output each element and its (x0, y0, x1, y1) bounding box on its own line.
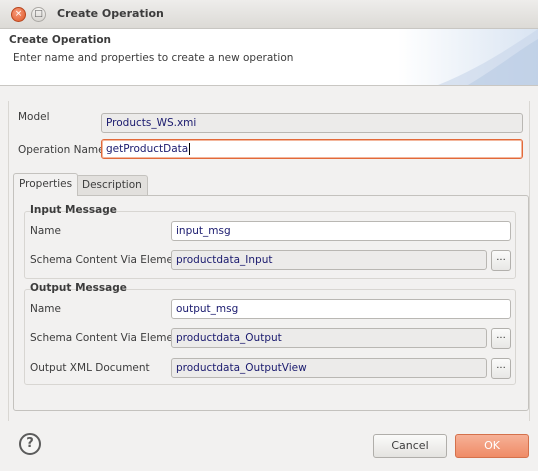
cancel-button[interactable]: Cancel (373, 434, 447, 458)
output-xml-doc-label: Output XML Document (30, 362, 150, 374)
model-field: Products_WS.xmi (101, 113, 523, 133)
output-schema-browse-button[interactable]: ... (491, 328, 511, 349)
operation-name-label: Operation Name (18, 144, 105, 156)
operation-name-value: getProductData (106, 143, 189, 155)
dialog-header: Create Operation Enter name and properti… (0, 29, 538, 85)
input-schema-label: Schema Content Via Element (30, 254, 184, 266)
input-schema-browse-button[interactable]: ... (491, 250, 511, 271)
close-icon[interactable]: × (11, 7, 26, 22)
output-name-label: Name (30, 303, 61, 315)
input-schema-field: productdata_Input (171, 250, 487, 270)
input-message-title: Input Message (30, 204, 117, 216)
model-label: Model (18, 111, 50, 123)
output-schema-field: productdata_Output (171, 328, 487, 348)
output-message-title: Output Message (30, 282, 127, 294)
output-xml-doc-browse-button[interactable]: ... (491, 358, 511, 379)
header-subtitle: Enter name and properties to create a ne… (13, 52, 294, 64)
ok-button[interactable]: OK (455, 434, 529, 458)
minimize-icon[interactable]: □ (31, 7, 46, 22)
operation-name-input[interactable]: getProductData (101, 139, 523, 159)
header-banner-graphic (398, 29, 538, 85)
output-xml-doc-field: productdata_OutputView (171, 358, 487, 378)
tab-properties[interactable]: Properties (13, 173, 79, 196)
header-title: Create Operation (9, 34, 112, 46)
window-title: Create Operation (57, 7, 164, 20)
header-separator (0, 85, 538, 86)
input-name-input[interactable]: input_msg (171, 221, 511, 241)
help-icon[interactable]: ? (19, 433, 41, 455)
text-caret (189, 143, 191, 155)
tab-description[interactable]: Description (76, 175, 148, 195)
input-name-label: Name (30, 225, 61, 237)
output-schema-label: Schema Content Via Element (30, 332, 184, 344)
output-name-input[interactable]: output_msg (171, 299, 511, 319)
window-titlebar: × □ Create Operation (0, 0, 538, 29)
